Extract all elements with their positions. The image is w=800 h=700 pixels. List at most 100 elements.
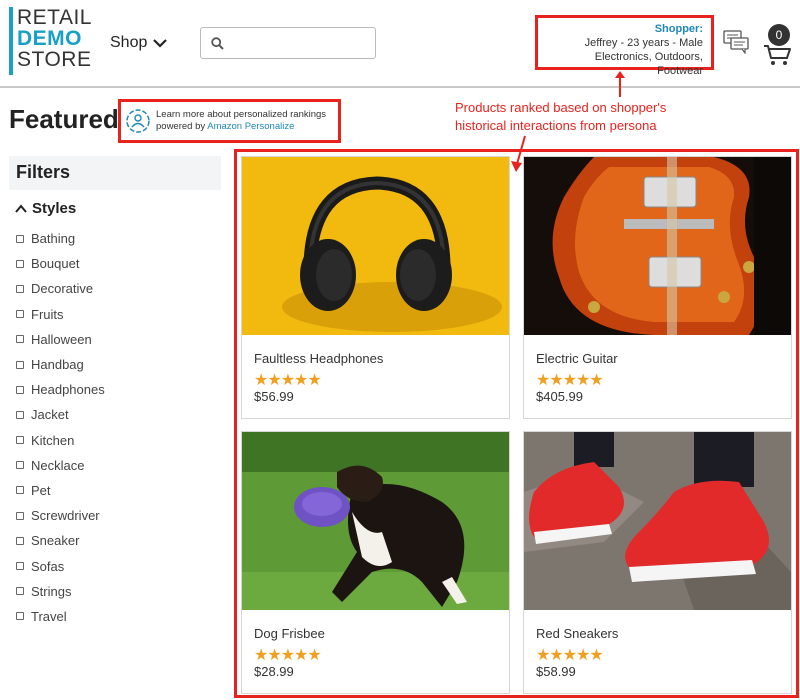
- cart-count-badge: 0: [768, 24, 790, 46]
- search-box[interactable]: [200, 27, 376, 59]
- shopper-summary: Jeffrey - 23 years - Male: [584, 37, 703, 49]
- product-price: $28.99: [254, 664, 294, 679]
- product-card[interactable]: Dog Frisbee ★★★★★ $28.99: [241, 431, 510, 694]
- cart-button[interactable]: 0: [763, 22, 793, 66]
- product-name[interactable]: Electric Guitar: [536, 351, 618, 366]
- personalize-info-box[interactable]: Learn more about personalized rankings p…: [118, 99, 341, 143]
- messages-icon[interactable]: [723, 30, 749, 54]
- shop-label: Shop: [110, 34, 148, 51]
- checkbox[interactable]: [16, 536, 24, 545]
- filter-item[interactable]: Pet: [16, 478, 105, 503]
- rating-stars: ★★★★★: [536, 372, 604, 389]
- product-image-electric-guitar[interactable]: [524, 157, 791, 335]
- personalize-line-1: Learn more about personalized rankings: [156, 109, 327, 120]
- product-name[interactable]: Red Sneakers: [536, 626, 618, 641]
- filter-label: Jacket: [31, 407, 69, 423]
- filter-label: Bouquet: [31, 256, 80, 272]
- checkbox[interactable]: [16, 486, 24, 495]
- store-logo[interactable]: RETAIL DEMO STORE: [9, 7, 92, 75]
- styles-group-label: Styles: [32, 200, 77, 217]
- product-price: $405.99: [536, 389, 583, 404]
- checkbox[interactable]: [16, 436, 24, 445]
- filter-label: Necklace: [31, 457, 85, 473]
- filter-item[interactable]: Strings: [16, 579, 105, 604]
- checkbox[interactable]: [16, 587, 24, 596]
- personalize-prefix: powered by: [156, 121, 208, 132]
- product-name[interactable]: Faultless Headphones: [254, 351, 383, 366]
- checkbox[interactable]: [16, 612, 24, 621]
- checkbox[interactable]: [16, 360, 24, 369]
- checkbox[interactable]: [16, 511, 24, 520]
- filter-item[interactable]: Sneaker: [16, 528, 105, 553]
- checkbox[interactable]: [16, 284, 24, 293]
- checkbox[interactable]: [16, 461, 24, 470]
- checkbox[interactable]: [16, 259, 24, 268]
- checkbox[interactable]: [16, 562, 24, 571]
- rating-stars: ★★★★★: [536, 647, 604, 664]
- filter-item[interactable]: Fruits: [16, 302, 105, 327]
- filter-list: Bathing Bouquet Decorative Fruits Hallow…: [16, 226, 105, 629]
- product-card[interactable]: Faultless Headphones ★★★★★ $56.99: [241, 156, 510, 419]
- filter-item[interactable]: Screwdriver: [16, 503, 105, 528]
- rating-stars: ★★★★★: [254, 372, 322, 389]
- filter-label: Headphones: [31, 382, 105, 398]
- filter-label: Kitchen: [31, 432, 75, 448]
- logo-line-3: STORE: [17, 48, 92, 71]
- checkbox[interactable]: [16, 335, 24, 344]
- filter-label: Travel: [31, 608, 67, 624]
- filters-heading: Filters: [9, 156, 221, 190]
- filter-item[interactable]: Decorative: [16, 276, 105, 301]
- product-price: $58.99: [536, 664, 576, 679]
- product-image-headphones[interactable]: [242, 157, 509, 335]
- filter-label: Bathing: [31, 231, 76, 247]
- logo-line-1: RETAIL: [17, 6, 92, 29]
- filter-label: Halloween: [31, 331, 92, 347]
- shopper-info[interactable]: Shopper: Jeffrey - 23 years - Male Elect…: [535, 15, 714, 77]
- filter-label: Sofas: [31, 558, 65, 574]
- shopper-label: Shopper:: [654, 23, 703, 35]
- filter-label: Pet: [31, 482, 51, 498]
- filter-label: Sneaker: [31, 533, 80, 549]
- filter-item[interactable]: Necklace: [16, 453, 105, 478]
- shop-menu-button[interactable]: Shop: [110, 34, 168, 52]
- search-input[interactable]: [232, 35, 372, 51]
- cart-icon: [764, 45, 791, 65]
- chevron-down-icon: [153, 39, 168, 48]
- header: RETAIL DEMO STORE Shop Shopper: Jeffrey …: [0, 0, 800, 88]
- product-image-red-sneakers[interactable]: [524, 432, 791, 610]
- checkbox[interactable]: [16, 385, 24, 394]
- annotation-note: Products ranked based on shopper's histo…: [455, 100, 667, 133]
- personalize-icon: [126, 109, 150, 133]
- product-grid: Faultless Headphones ★★★★★ $56.99 Electr…: [234, 149, 799, 698]
- filter-item[interactable]: Headphones: [16, 377, 105, 402]
- amazon-personalize-link[interactable]: Amazon Personalize: [207, 121, 294, 132]
- product-image-dog-frisbee[interactable]: [242, 432, 509, 610]
- filter-item[interactable]: Bouquet: [16, 251, 105, 276]
- product-name[interactable]: Dog Frisbee: [254, 626, 325, 641]
- filter-item[interactable]: Jacket: [16, 402, 105, 427]
- checkbox[interactable]: [16, 234, 24, 243]
- product-card[interactable]: Electric Guitar ★★★★★ $405.99: [523, 156, 792, 419]
- product-card[interactable]: Red Sneakers ★★★★★ $58.99: [523, 431, 792, 694]
- filter-item[interactable]: Halloween: [16, 327, 105, 352]
- filter-label: Fruits: [31, 306, 64, 322]
- filter-item[interactable]: Handbag: [16, 352, 105, 377]
- checkbox[interactable]: [16, 410, 24, 419]
- filter-label: Decorative: [31, 281, 94, 297]
- chevron-up-icon: [15, 204, 27, 213]
- styles-group-toggle[interactable]: Styles: [15, 200, 76, 217]
- annotation-arrow-shopper: [615, 71, 625, 97]
- filter-item[interactable]: Travel: [16, 604, 105, 629]
- rating-stars: ★★★★★: [254, 647, 322, 664]
- logo-line-2: DEMO: [17, 27, 82, 50]
- filter-item[interactable]: Sofas: [16, 553, 105, 578]
- filter-label: Handbag: [31, 357, 84, 373]
- search-icon: [211, 36, 224, 50]
- filter-label: Screwdriver: [31, 508, 100, 524]
- checkbox[interactable]: [16, 310, 24, 319]
- page-title: Featured: [9, 104, 119, 134]
- filter-item[interactable]: Bathing: [16, 226, 105, 251]
- filter-item[interactable]: Kitchen: [16, 428, 105, 453]
- filter-label: Strings: [31, 583, 72, 599]
- product-price: $56.99: [254, 389, 294, 404]
